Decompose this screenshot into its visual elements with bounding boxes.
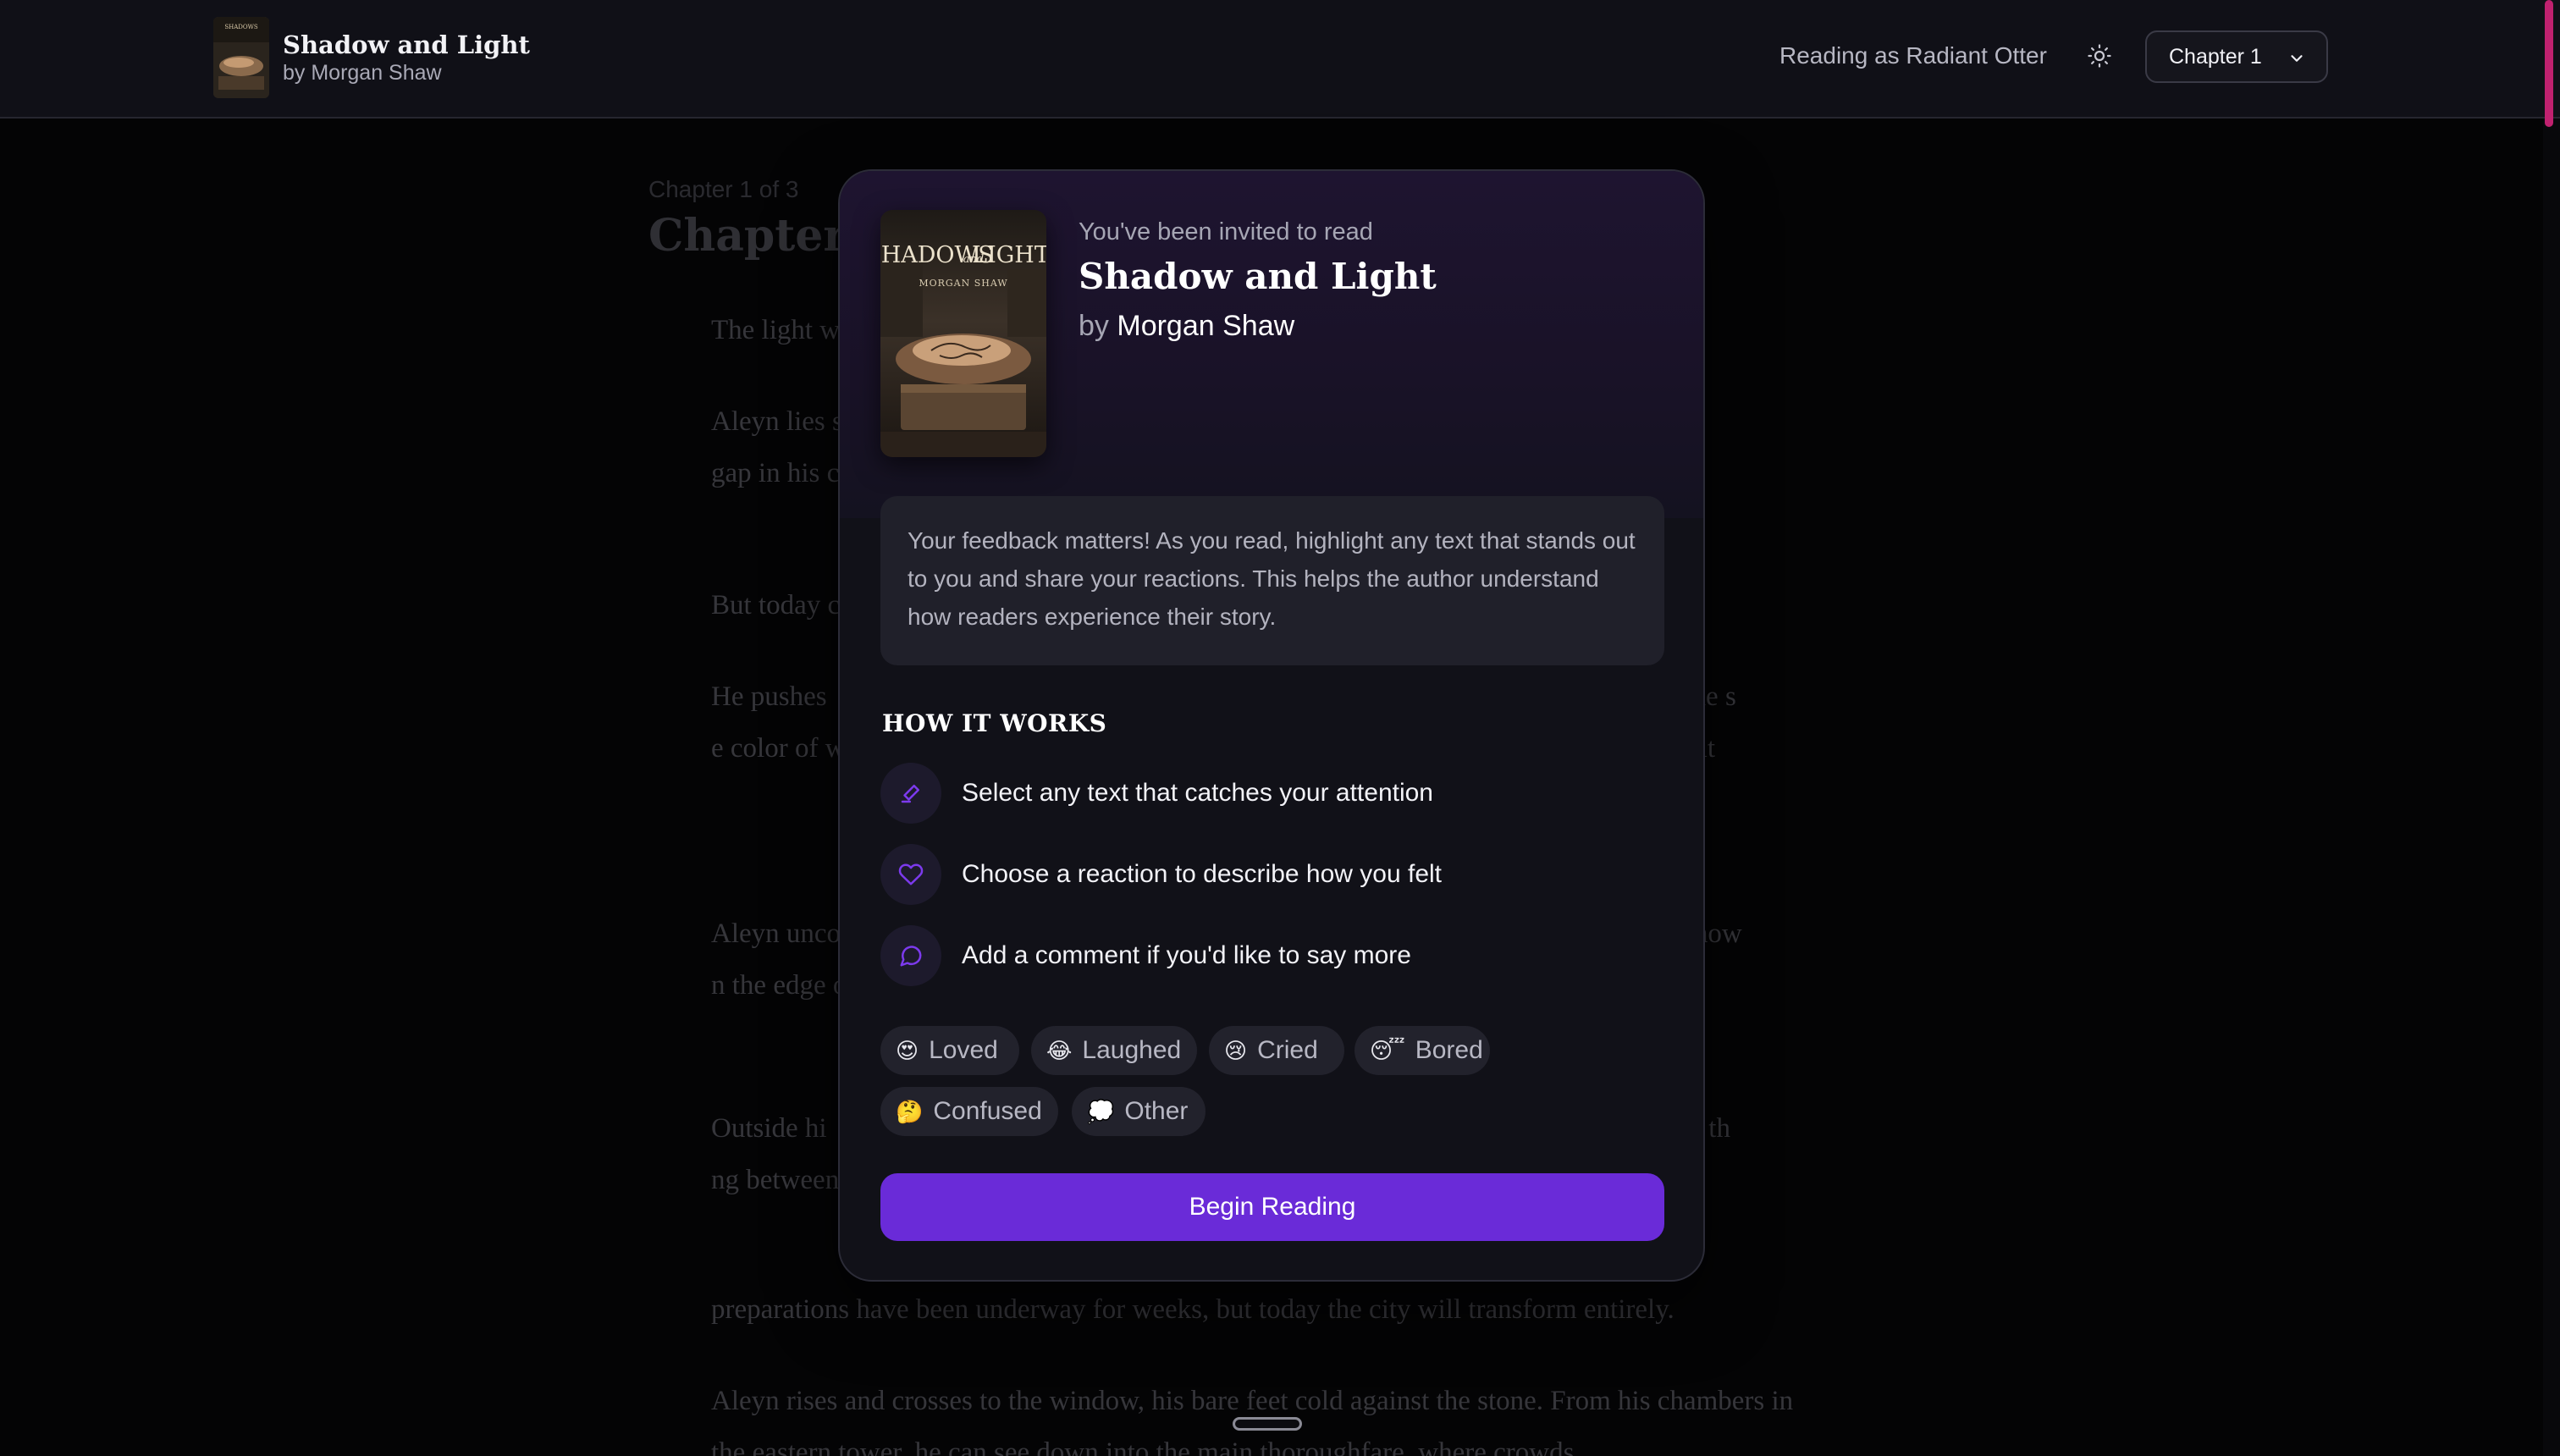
- reaction-cried[interactable]: 😢 Cried: [1209, 1026, 1344, 1075]
- brand[interactable]: SHADOWS Shadow and Light by Morgan Shaw: [213, 17, 530, 98]
- reaction-label: Bored: [1415, 1036, 1483, 1064]
- laughing-emoji-icon: 😂: [1046, 1038, 1073, 1063]
- reaction-label: Loved: [929, 1036, 998, 1064]
- reaction-label: Laughed: [1082, 1036, 1182, 1064]
- invite-modal: SHADOWS and LIGHT MORGAN SHAW You've bee…: [838, 169, 1705, 1282]
- step-label: Select any text that catches your attent…: [962, 779, 1433, 807]
- reaction-laughed[interactable]: 😂 Laughed: [1031, 1026, 1197, 1075]
- invite-text: You've been invited to read: [1079, 218, 1373, 245]
- home-indicator: [1233, 1417, 1302, 1431]
- step-label: Add a comment if you'd like to say more: [962, 941, 1411, 969]
- theme-toggle-button[interactable]: [2084, 41, 2115, 71]
- reaction-label: Cried: [1257, 1036, 1318, 1064]
- sleeping-emoji-icon: 😴: [1370, 1038, 1405, 1063]
- step-add-comment: Add a comment if you'd like to say more: [880, 924, 1411, 987]
- cover-author: MORGAN SHAW: [919, 278, 1007, 289]
- step-label: Choose a reaction to describe how you fe…: [962, 860, 1442, 888]
- header-book-title: Shadow and Light: [283, 30, 530, 59]
- book-cover-thumbnail: SHADOWS: [213, 17, 269, 98]
- sun-icon: [2088, 44, 2111, 68]
- heart-icon: [880, 844, 941, 905]
- reading-as-label: Reading as Radiant Otter: [1779, 42, 2047, 69]
- reaction-label: Other: [1124, 1097, 1189, 1125]
- chevron-down-icon: [2291, 55, 2303, 62]
- loved-emoji-icon: 😍: [896, 1038, 919, 1063]
- reaction-confused[interactable]: 🤔 Confused: [880, 1087, 1058, 1136]
- header-book-author: by Morgan Shaw: [283, 61, 442, 85]
- thinking-emoji-icon: 🤔: [896, 1099, 924, 1124]
- thought-bubble-icon: 💭: [1087, 1099, 1115, 1124]
- book-cover: SHADOWS and LIGHT MORGAN SHAW: [880, 210, 1046, 457]
- reaction-other[interactable]: 💭 Other: [1072, 1087, 1206, 1136]
- author-prefix: by: [1079, 310, 1109, 342]
- feedback-info: Your feedback matters! As you read, high…: [880, 496, 1664, 665]
- svg-text:SHADOWS: SHADOWS: [224, 24, 258, 30]
- app-header: SHADOWS Shadow and Light by Morgan Shaw …: [0, 0, 2560, 119]
- chapter-select-value: Chapter 1: [2169, 44, 2262, 69]
- modal-book-author: by Morgan Shaw: [1079, 310, 1294, 343]
- modal-book-title: Shadow and Light: [1079, 256, 1437, 297]
- chapter-select[interactable]: Chapter 1: [2145, 30, 2328, 83]
- step-select-text: Select any text that catches your attent…: [880, 762, 1433, 825]
- how-it-works-heading: HOW IT WORKS: [882, 709, 1107, 737]
- reaction-loved[interactable]: 😍 Loved: [880, 1026, 1019, 1075]
- cover-title-line2: LIGHT: [972, 242, 1046, 268]
- comment-icon: [880, 925, 941, 986]
- highlighter-icon: [880, 763, 941, 824]
- scrollbar-thumb[interactable]: [2545, 0, 2553, 127]
- reaction-bored[interactable]: 😴 Bored: [1354, 1026, 1490, 1075]
- author-name: Morgan Shaw: [1117, 310, 1295, 342]
- crying-emoji-icon: 😢: [1224, 1038, 1248, 1063]
- reaction-label: Confused: [933, 1097, 1042, 1125]
- begin-reading-button[interactable]: Begin Reading: [880, 1173, 1664, 1241]
- step-choose-reaction: Choose a reaction to describe how you fe…: [880, 843, 1442, 906]
